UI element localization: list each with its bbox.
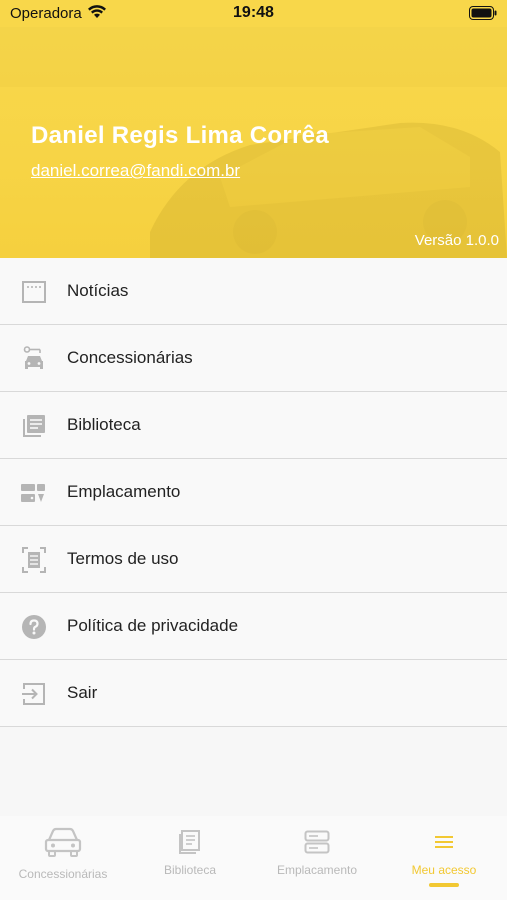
menu-item-emplacamento[interactable]: Emplacamento — [0, 459, 507, 526]
menu-item-sair[interactable]: Sair — [0, 660, 507, 727]
menu-item-label: Emplacamento — [67, 482, 181, 501]
profile-header: Daniel Regis Lima Corrêa daniel.correa@f… — [0, 27, 507, 258]
menu-item-label: Política de privacidade — [67, 616, 239, 635]
news-icon — [20, 278, 48, 306]
menu-item-label: Notícias — [67, 281, 129, 300]
status-bar: Operadora 19:48 — [0, 0, 507, 27]
menu-icon — [381, 835, 507, 849]
clock: 19:48 — [233, 4, 274, 21]
menu-item-noticias[interactable]: Notícias — [0, 258, 507, 325]
terms-icon — [20, 546, 48, 574]
app-version: Versão 1.0.0 — [414, 232, 499, 249]
tab-biblioteca[interactable]: Biblioteca — [127, 816, 253, 900]
menu-item-label: Sair — [67, 683, 98, 702]
tab-bar: Concessionárias Biblioteca Emplacamento — [0, 816, 507, 900]
tab-concessionarias[interactable]: Concessionárias — [0, 816, 126, 900]
menu-item-concessionarias[interactable]: Concessionárias — [0, 325, 507, 392]
menu-item-politica-de-privacidade[interactable]: Política de privacidade — [0, 593, 507, 660]
license-plate-icon — [20, 479, 48, 507]
library-icon — [20, 412, 48, 440]
tab-label: Emplacamento — [276, 863, 358, 877]
menu-item-termos-de-uso[interactable]: Termos de uso — [0, 526, 507, 593]
help-icon — [20, 613, 48, 641]
menu-item-label: Biblioteca — [67, 415, 141, 434]
server-icon — [254, 830, 380, 854]
tab-meu-acesso[interactable]: Meu acesso — [381, 816, 507, 900]
book-icon — [127, 830, 253, 854]
car-icon — [0, 826, 126, 858]
tab-label: Biblioteca — [163, 863, 217, 877]
tab-label: Concessionárias — [18, 867, 108, 881]
tab-emplacamento[interactable]: Emplacamento — [254, 816, 380, 900]
menu-item-biblioteca[interactable]: Biblioteca — [0, 392, 507, 459]
logout-icon — [20, 680, 48, 708]
battery-icon — [469, 6, 497, 24]
menu-list: Notícias Concessionárias Biblioteca Empl… — [0, 258, 507, 727]
user-email-link[interactable]: daniel.correa@fandi.com.br — [31, 161, 240, 181]
active-tab-indicator — [429, 883, 459, 887]
menu-item-label: Concessionárias — [67, 348, 193, 367]
dealership-icon — [20, 345, 48, 373]
menu-item-label: Termos de uso — [67, 549, 179, 568]
user-name: Daniel Regis Lima Corrêa — [31, 122, 329, 149]
tab-label: Meu acesso — [411, 863, 477, 877]
